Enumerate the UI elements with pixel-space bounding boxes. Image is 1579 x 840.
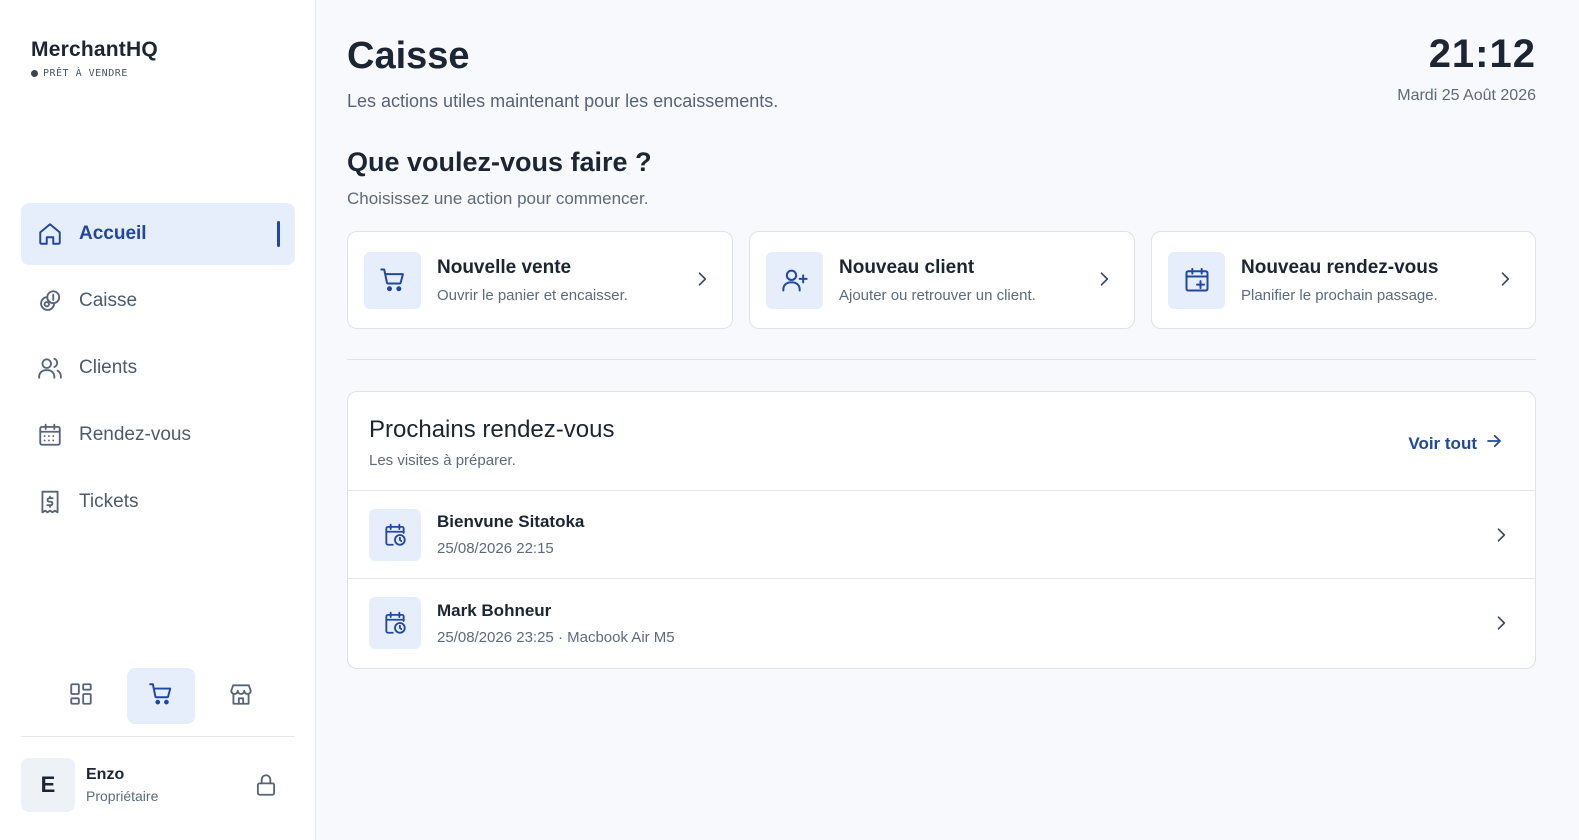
card-text: Nouveau rendez-vous Planifier le prochai… [1241, 257, 1438, 304]
chevron-right-icon [1094, 269, 1114, 294]
store-icon [228, 681, 254, 712]
calendar-clock-icon [369, 508, 421, 561]
new-client-card[interactable]: Nouveau client Ajouter ou retrouver un c… [749, 231, 1135, 329]
appointment-meta: 25/08/2026 23:25 · Macbook Air M5 [437, 628, 675, 646]
new-sale-card[interactable]: Nouvelle vente Ouvrir le panier et encai… [347, 231, 733, 329]
user-info: Enzo Propriétaire [86, 766, 158, 804]
card-title: Nouveau client [839, 256, 975, 278]
sidebar: MerchantHQ PRÊT À VENDRE Accueil Caisse … [0, 0, 316, 840]
sidebar-nav: Accueil Caisse Clients Rendez-vous Ticke… [21, 203, 295, 538]
card-description: Ajouter ou retrouver un client. [839, 286, 1036, 304]
panel-subtitle: Les visites à préparer. [369, 452, 516, 469]
users-icon [37, 355, 63, 381]
brand-status: PRÊT À VENDRE [31, 68, 158, 79]
user-role: Propriétaire [86, 788, 159, 804]
sidebar-item-label: Rendez-vous [79, 424, 191, 445]
sidebar-item-label: Caisse [79, 290, 138, 311]
brand-status-label: PRÊT À VENDRE [43, 68, 128, 79]
page-title: Caisse [347, 35, 470, 77]
sidebar-item-label: Tickets [79, 491, 139, 512]
sidebar-item-clients[interactable]: Clients [21, 337, 295, 399]
chevron-right-icon [1491, 613, 1511, 638]
appointment-text: Bienvune Sitatoka 25/08/2026 22:15 [437, 512, 584, 557]
sidebar-item-accueil[interactable]: Accueil [21, 203, 295, 265]
receipt-icon [37, 489, 63, 515]
chevron-right-icon [1491, 525, 1511, 550]
brand-name: MerchantHQ [31, 38, 158, 61]
sidebar-item-label: Clients [79, 357, 138, 378]
calendar-plus-icon [1168, 251, 1225, 309]
store-mode-button[interactable] [207, 668, 275, 724]
page-subtitle: Les actions utiles maintenant pour les e… [347, 91, 779, 111]
grid-icon [68, 681, 94, 712]
actions-subtitle: Choisissez une action pour commencer. [347, 189, 649, 208]
arrow-right-icon [1485, 432, 1503, 455]
current-date: Mardi 25 Août 2026 [1397, 87, 1536, 104]
appointment-text: Mark Bohneur 25/08/2026 23:25 · Macbook … [437, 601, 675, 646]
active-indicator [277, 221, 280, 247]
pos-mode-button[interactable] [127, 668, 195, 724]
dashboard-mode-button[interactable] [47, 668, 115, 724]
card-text: Nouveau client Ajouter ou retrouver un c… [839, 257, 1036, 304]
appointment-meta: 25/08/2026 22:15 [437, 540, 554, 557]
sidebar-item-label: Accueil [79, 223, 147, 244]
user-name: Enzo [86, 766, 125, 783]
chevron-right-icon [692, 269, 712, 294]
calendar-clock-icon [369, 597, 421, 649]
sidebar-item-caisse[interactable]: Caisse [21, 270, 295, 332]
calendar-icon [37, 422, 63, 448]
panel-header: Prochains rendez-vous Les visites à prép… [348, 392, 1535, 491]
upcoming-appointments-panel: Prochains rendez-vous Les visites à prép… [347, 391, 1536, 669]
sidebar-item-tickets[interactable]: Tickets [21, 471, 295, 533]
home-icon [37, 221, 63, 247]
card-description: Planifier le prochain passage. [1241, 286, 1438, 304]
cart-icon [364, 251, 421, 309]
mode-switcher [47, 668, 275, 724]
sidebar-item-rendez-vous[interactable]: Rendez-vous [21, 404, 295, 466]
new-appointment-card[interactable]: Nouveau rendez-vous Planifier le prochai… [1151, 231, 1536, 329]
status-dot-icon [31, 70, 38, 77]
see-all-link[interactable]: Voir tout [1408, 432, 1503, 455]
appointment-row[interactable]: Mark Bohneur 25/08/2026 23:25 · Macbook … [348, 579, 1535, 667]
chevron-right-icon [1495, 269, 1515, 294]
card-text: Nouvelle vente Ouvrir le panier et encai… [437, 257, 628, 304]
appointment-name: Bienvune Sitatoka [437, 512, 585, 531]
clock: 21:12 [1428, 32, 1536, 76]
user-plus-icon [766, 251, 823, 309]
card-title: Nouveau rendez-vous [1241, 256, 1439, 278]
panel-title: Prochains rendez-vous [369, 416, 615, 443]
coins-icon [37, 288, 63, 314]
card-title: Nouvelle vente [437, 256, 572, 278]
card-description: Ouvrir le panier et encaisser. [437, 286, 628, 304]
avatar: E [21, 758, 75, 812]
cart-icon [148, 681, 174, 712]
see-all-label: Voir tout [1408, 433, 1477, 453]
lock-icon[interactable] [253, 772, 279, 803]
actions-title: Que voulez-vous faire ? [347, 147, 652, 177]
section-divider [347, 359, 1536, 360]
sidebar-divider [21, 736, 295, 737]
brand: MerchantHQ PRÊT À VENDRE [31, 38, 158, 79]
appointment-row[interactable]: Bienvune Sitatoka 25/08/2026 22:15 [348, 491, 1535, 579]
appointment-name: Mark Bohneur [437, 600, 552, 620]
user-profile: E Enzo Propriétaire [21, 758, 295, 812]
